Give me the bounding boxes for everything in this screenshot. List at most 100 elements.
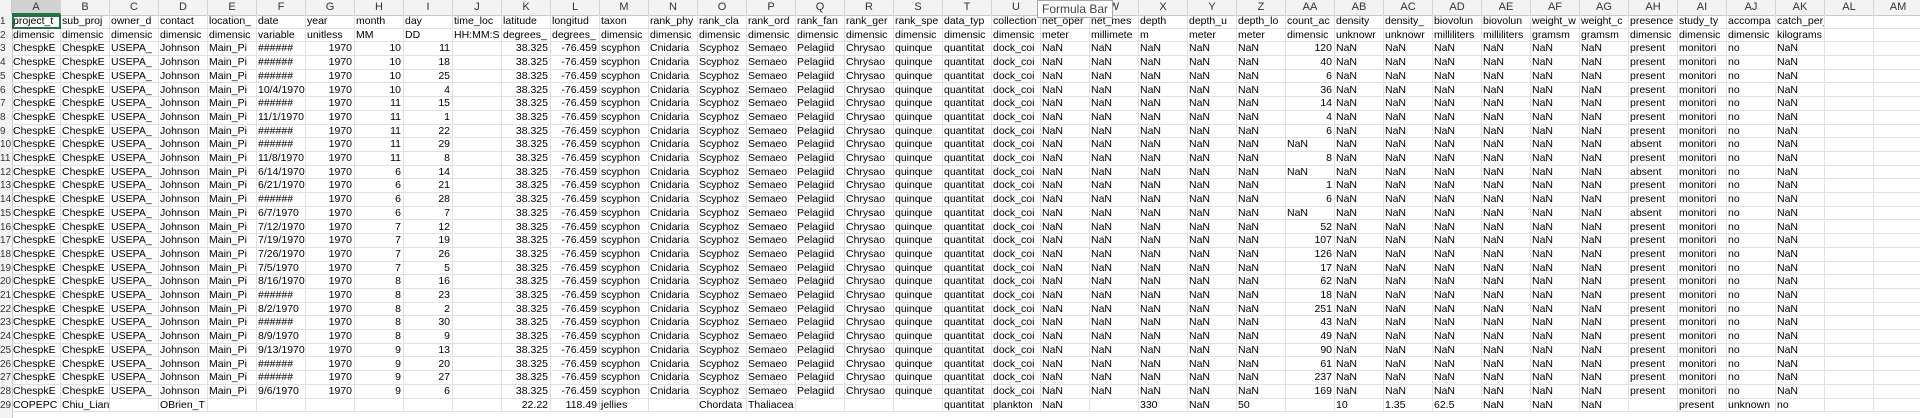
- cell-y7[interactable]: NaN: [1188, 97, 1237, 111]
- cell-aj12[interactable]: no: [1727, 165, 1776, 180]
- cell-v15[interactable]: NaN: [1041, 206, 1090, 221]
- cell-n18[interactable]: Cnidaria: [649, 247, 698, 262]
- cell-s22[interactable]: quinque: [894, 302, 943, 317]
- column-header-ac[interactable]: AC: [1384, 0, 1433, 15]
- cell-m14[interactable]: scyphon: [600, 193, 649, 207]
- cell-ai7[interactable]: monitori: [1678, 97, 1727, 111]
- cell-g22[interactable]: 1970: [306, 302, 355, 317]
- cell-p29[interactable]: Thaliacea: [747, 398, 796, 413]
- cell-y6[interactable]: NaN: [1188, 83, 1237, 98]
- cell-z7[interactable]: NaN: [1237, 97, 1286, 111]
- cell-m6[interactable]: scyphon: [600, 83, 649, 98]
- cell-i21[interactable]: 23: [404, 289, 453, 303]
- cell-ab12[interactable]: NaN: [1335, 165, 1384, 180]
- cell-p22[interactable]: Semaeo: [747, 302, 796, 317]
- cell-u8[interactable]: dock_coi: [992, 110, 1041, 125]
- row-header[interactable]: 1: [0, 15, 12, 28]
- cell-x4[interactable]: NaN: [1139, 56, 1188, 70]
- cell-f27[interactable]: ######: [257, 371, 306, 385]
- cell-a12[interactable]: ChespkE: [12, 165, 61, 180]
- cell-ad6[interactable]: NaN: [1433, 83, 1482, 98]
- cell-ah5[interactable]: present: [1629, 69, 1678, 84]
- cell-ah13[interactable]: present: [1629, 179, 1678, 194]
- cell-y26[interactable]: NaN: [1188, 357, 1237, 372]
- cell-k22[interactable]: 38.325: [502, 302, 551, 317]
- cell-ak14[interactable]: NaN: [1776, 193, 1825, 207]
- cell-s7[interactable]: quinque: [894, 97, 943, 111]
- cell-e18[interactable]: Main_Pi: [208, 247, 257, 262]
- cell-m5[interactable]: scyphon: [600, 69, 649, 84]
- cell-q1[interactable]: rank_fan: [796, 15, 845, 29]
- cell-aa9[interactable]: 6: [1286, 124, 1335, 139]
- cell-q7[interactable]: Pelagiid: [796, 97, 845, 111]
- cell-x29[interactable]: 330: [1139, 398, 1188, 413]
- cell-ai27[interactable]: monitori: [1678, 371, 1727, 385]
- cell-c28[interactable]: USEPA_: [110, 384, 159, 399]
- cell-r6[interactable]: Chrysao: [845, 83, 894, 98]
- cell-f14[interactable]: ######: [257, 193, 306, 207]
- cell-ag23[interactable]: NaN: [1580, 316, 1629, 331]
- cell-al24[interactable]: [1825, 330, 1874, 344]
- cell-n27[interactable]: Cnidaria: [649, 371, 698, 385]
- cell-r16[interactable]: Chrysao: [845, 220, 894, 235]
- cell-aj8[interactable]: no: [1727, 110, 1776, 125]
- cell-f25[interactable]: 9/13/1970: [257, 343, 306, 358]
- cell-al27[interactable]: [1825, 371, 1874, 385]
- row-header[interactable]: 3: [0, 42, 12, 55]
- cell-c27[interactable]: USEPA_: [110, 371, 159, 385]
- cell-y23[interactable]: NaN: [1188, 316, 1237, 331]
- cell-af15[interactable]: NaN: [1531, 206, 1580, 221]
- cell-h1[interactable]: month: [355, 15, 404, 29]
- cell-z18[interactable]: NaN: [1237, 247, 1286, 262]
- cell-al11[interactable]: [1825, 152, 1874, 166]
- cell-j25[interactable]: [453, 343, 502, 358]
- row-header[interactable]: 12: [0, 166, 12, 179]
- cell-t23[interactable]: quantitat: [943, 316, 992, 331]
- cell-al18[interactable]: [1825, 247, 1874, 262]
- cell-q2[interactable]: dimensic: [796, 28, 845, 43]
- cell-m8[interactable]: scyphon: [600, 110, 649, 125]
- cell-am18[interactable]: [1874, 248, 1920, 262]
- cell-w13[interactable]: NaN: [1090, 179, 1139, 194]
- cell-r4[interactable]: Chrysao: [845, 56, 894, 70]
- row-header[interactable]: 14: [0, 193, 12, 206]
- cell-i8[interactable]: 1: [404, 110, 453, 125]
- cell-ah1[interactable]: presence: [1629, 15, 1678, 29]
- cell-ad4[interactable]: NaN: [1433, 56, 1482, 70]
- cell-b10[interactable]: ChespkE: [61, 138, 110, 152]
- cell-af3[interactable]: NaN: [1531, 42, 1580, 57]
- cell-y29[interactable]: NaN: [1188, 398, 1237, 413]
- cell-ai8[interactable]: monitori: [1678, 110, 1727, 125]
- cell-w16[interactable]: NaN: [1090, 220, 1139, 235]
- cell-p28[interactable]: Semaeo: [747, 384, 796, 399]
- cell-ag16[interactable]: NaN: [1580, 220, 1629, 235]
- cell-ag21[interactable]: NaN: [1580, 289, 1629, 303]
- cell-ac12[interactable]: NaN: [1384, 165, 1433, 180]
- cell-al16[interactable]: [1825, 220, 1874, 235]
- cell-j28[interactable]: [453, 384, 502, 399]
- cell-aj19[interactable]: no: [1727, 261, 1776, 276]
- column-header-d[interactable]: D: [159, 0, 208, 15]
- cell-ad24[interactable]: NaN: [1433, 330, 1482, 344]
- cell-ac2[interactable]: unknowr: [1384, 28, 1433, 43]
- cell-af26[interactable]: NaN: [1531, 357, 1580, 372]
- cell-k21[interactable]: 38.325: [502, 289, 551, 303]
- cell-j13[interactable]: [453, 179, 502, 194]
- cell-v9[interactable]: NaN: [1041, 124, 1090, 139]
- cell-af24[interactable]: NaN: [1531, 330, 1580, 344]
- column-header-p[interactable]: P: [747, 0, 796, 15]
- cell-z9[interactable]: NaN: [1237, 124, 1286, 139]
- cell-v10[interactable]: NaN: [1041, 138, 1090, 152]
- cell-o6[interactable]: Scyphoz: [698, 83, 747, 98]
- cell-j14[interactable]: [453, 193, 502, 207]
- row-header[interactable]: 19: [0, 262, 12, 275]
- cell-al29[interactable]: [1825, 398, 1874, 413]
- cell-e21[interactable]: Main_Pi: [208, 289, 257, 303]
- column-header-a[interactable]: A: [12, 0, 61, 15]
- cell-g6[interactable]: 1970: [306, 83, 355, 98]
- cell-c10[interactable]: USEPA_: [110, 138, 159, 152]
- cell-z6[interactable]: NaN: [1237, 83, 1286, 98]
- cell-w12[interactable]: NaN: [1090, 165, 1139, 180]
- cell-ad7[interactable]: NaN: [1433, 97, 1482, 111]
- cell-e23[interactable]: Main_Pi: [208, 316, 257, 331]
